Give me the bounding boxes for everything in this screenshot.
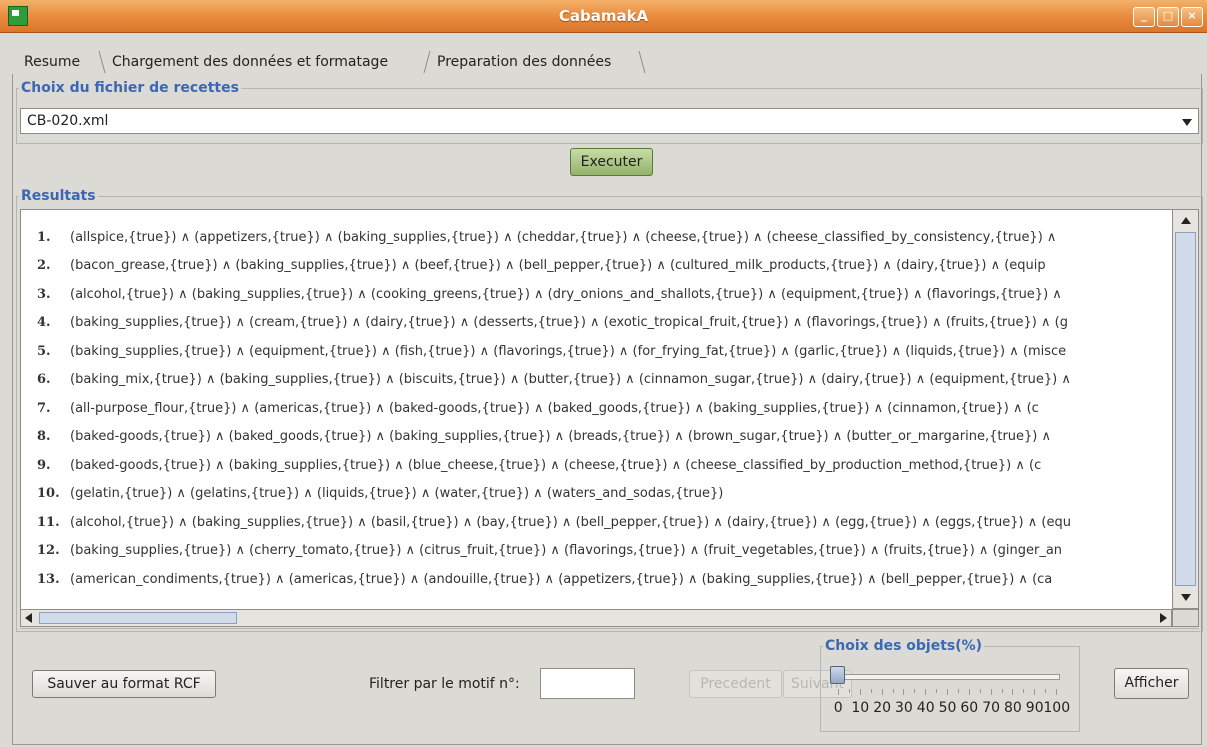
- scroll-corner: [1172, 609, 1199, 627]
- vertical-scroll-thumb[interactable]: [1175, 232, 1196, 586]
- row-text: (baked-goods,{true}) ∧ (baking_supplies,…: [70, 458, 1042, 473]
- title-bar: CabamakA _ □ ×: [0, 0, 1207, 33]
- row-number: 13.: [37, 572, 60, 587]
- chevron-down-icon: [1182, 119, 1192, 126]
- slider-tick: [925, 689, 927, 695]
- slider-tick: [1034, 689, 1036, 695]
- row-text: (baking_supplies,{true}) ∧ (equipment,{t…: [70, 344, 1067, 359]
- slider-tick: [903, 689, 905, 695]
- divider: [20, 628, 1199, 629]
- tab-separator: [638, 50, 646, 74]
- slider-tick: [968, 689, 970, 695]
- close-button[interactable]: ×: [1181, 7, 1203, 27]
- slider-tick: [936, 689, 938, 693]
- objects-slider-thumb[interactable]: [830, 666, 845, 684]
- objects-legend: Choix des objets(%): [825, 638, 983, 654]
- row-number: 6.: [37, 372, 51, 387]
- slider-tick-label: 60: [960, 700, 979, 716]
- slider-tick: [881, 689, 883, 695]
- slider-tick-label: 30: [895, 700, 913, 716]
- tab-bar: Resume Chargement des données et formata…: [12, 50, 1200, 74]
- slider-tick-label: 70: [982, 700, 1001, 716]
- row-text: (american_condiments,{true}) ∧ (americas…: [70, 572, 1053, 587]
- show-button[interactable]: Afficher: [1114, 668, 1189, 699]
- slider-tick: [914, 689, 916, 693]
- slider-tick: [892, 689, 894, 693]
- slider-tick: [870, 689, 872, 693]
- row-number: 5.: [37, 344, 51, 359]
- row-text: (gelatin,{true}) ∧ (gelatins,{true}) ∧ (…: [70, 486, 724, 501]
- previous-button[interactable]: Precedent: [689, 670, 782, 698]
- slider-tick-label: 20: [873, 700, 892, 716]
- file-select[interactable]: CB-020.xml: [20, 108, 1199, 134]
- tab-separator: [98, 50, 106, 74]
- row-number: 2.: [37, 258, 51, 273]
- row-number: 9.: [37, 458, 51, 473]
- slider-tick-label: 100: [1043, 700, 1071, 716]
- slider-tick: [1001, 689, 1003, 693]
- row-text: (baking_mix,{true}) ∧ (baking_supplies,{…: [70, 372, 1071, 387]
- row-number: 4.: [37, 315, 51, 330]
- slider-tick: [838, 689, 839, 695]
- results-list[interactable]: 1. (allspice,{true}) ∧ (appetizers,{true}…: [20, 209, 1173, 610]
- filter-input[interactable]: [540, 668, 635, 699]
- row-number: 3.: [37, 287, 51, 302]
- slider-tick-label: 40: [916, 700, 935, 716]
- execute-button[interactable]: Executer: [570, 148, 653, 176]
- window-title: CabamakA: [558, 7, 649, 25]
- tab-separator: [423, 50, 431, 74]
- slider-tick-label: 10: [851, 700, 870, 716]
- row-text: (alcohol,{true}) ∧ (baking_supplies,{tru…: [70, 515, 1071, 530]
- row-text: (baking_supplies,{true}) ∧ (cherry_tomat…: [70, 543, 1063, 558]
- vertical-scrollbar[interactable]: [1172, 209, 1199, 609]
- file-select-value: CB-020.xml: [27, 113, 109, 129]
- tab-resume[interactable]: Resume: [18, 50, 80, 73]
- row-text: (allspice,{true}) ∧ (appetizers,{true}) …: [70, 230, 1057, 245]
- tab-chargement[interactable]: Chargement des données et formatage: [106, 50, 389, 73]
- tab-preparation[interactable]: Preparation des données: [431, 50, 611, 73]
- file-group-legend: Choix du fichier de recettes: [21, 80, 239, 96]
- row-text: (baked-goods,{true}) ∧ (baked_goods,{tru…: [70, 429, 1052, 444]
- row-number: 10.: [37, 486, 60, 501]
- slider-tick: [957, 689, 959, 693]
- minimize-button[interactable]: _: [1133, 7, 1155, 27]
- row-text: (bacon_grease,{true}) ∧ (baking_supplies…: [70, 258, 1046, 273]
- slider-tick-label: 90: [1025, 700, 1044, 716]
- slider-tick: [848, 689, 850, 693]
- filter-label: Filtrer par le motif n°:: [369, 676, 520, 692]
- scroll-left-icon[interactable]: [25, 613, 32, 623]
- slider-tick: [979, 689, 981, 693]
- scroll-right-icon[interactable]: [1160, 613, 1167, 623]
- row-text: (alcohol,{true}) ∧ (baking_supplies,{tru…: [70, 287, 1062, 302]
- slider-tick: [1056, 689, 1057, 695]
- row-number: 12.: [37, 543, 60, 558]
- row-number: 1.: [37, 230, 51, 245]
- horizontal-scrollbar[interactable]: [20, 609, 1172, 627]
- slider-tick: [1012, 689, 1014, 695]
- row-number: 8.: [37, 429, 51, 444]
- row-text: (baking_supplies,{true}) ∧ (cream,{true}…: [70, 315, 1068, 330]
- horizontal-scroll-thumb[interactable]: [39, 612, 237, 624]
- slider-tick: [1045, 689, 1047, 693]
- save-rcf-button[interactable]: Sauver au format RCF: [32, 670, 216, 698]
- slider-tick-label: 80: [1004, 700, 1022, 716]
- slider-tick: [947, 689, 948, 695]
- row-text: (all-purpose_flour,{true}) ∧ (americas,{…: [70, 401, 1039, 416]
- row-number: 7.: [37, 401, 51, 416]
- slider-tick: [859, 689, 861, 695]
- maximize-button[interactable]: □: [1157, 7, 1179, 27]
- row-number: 11.: [37, 515, 60, 530]
- objects-slider[interactable]: [834, 674, 1060, 680]
- objects-group: Choix des objets(%): [820, 638, 1080, 732]
- slider-tick-label: 50: [938, 700, 957, 716]
- slider-tick: [990, 689, 992, 695]
- scroll-up-icon[interactable]: [1181, 217, 1191, 224]
- slider-tick: [1023, 689, 1025, 693]
- results-legend: Resultats: [21, 188, 96, 204]
- slider-tick-label: 0: [833, 700, 843, 716]
- scroll-down-icon[interactable]: [1181, 594, 1191, 601]
